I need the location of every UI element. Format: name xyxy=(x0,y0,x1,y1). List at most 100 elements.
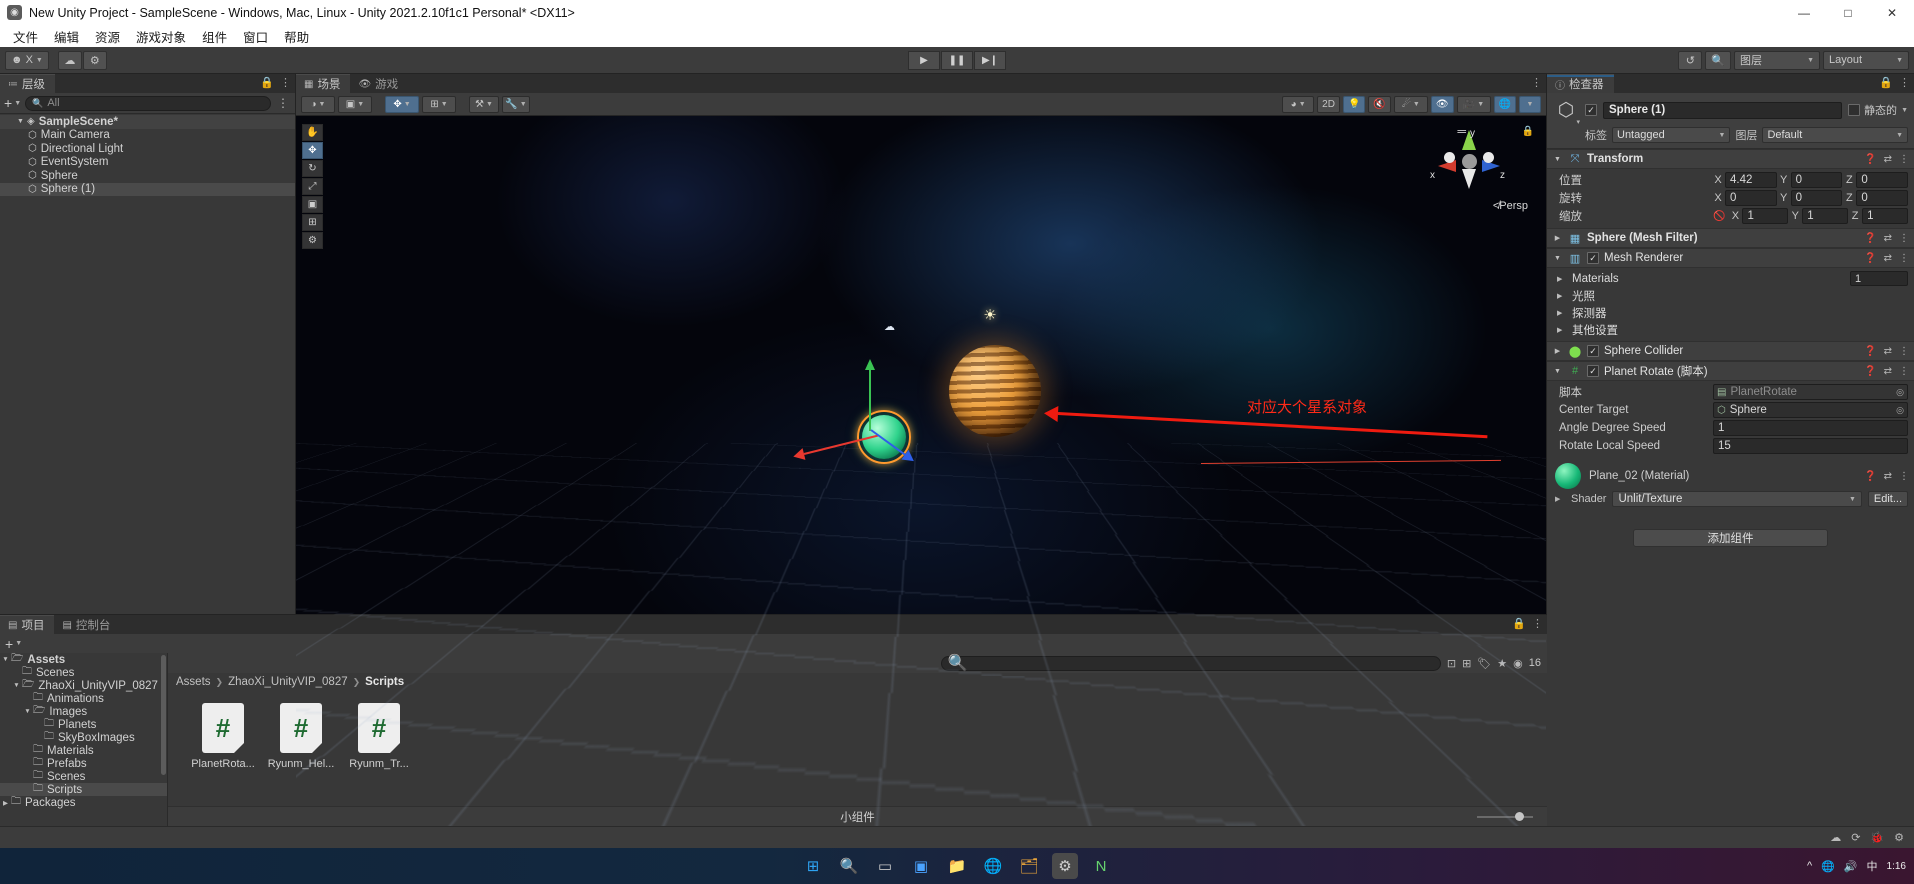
menu-gameobject[interactable]: 游戏对象 xyxy=(129,25,193,48)
field-x[interactable]: 4.42 xyxy=(1725,172,1777,188)
layout-dropdown[interactable]: Layout ▼ xyxy=(1823,50,1909,70)
field-y[interactable]: 1 xyxy=(1802,208,1849,224)
close-button[interactable]: ✕ xyxy=(1870,0,1914,25)
component-header-transform[interactable]: ▼ ⤧ Transform ❓ ⇄ ⋮ xyxy=(1547,149,1914,169)
volume-icon[interactable]: 🔊 xyxy=(1844,860,1858,873)
tab-console[interactable]: ▤ 控制台 xyxy=(54,615,121,634)
clock[interactable]: 1:16 xyxy=(1887,861,1906,872)
hierarchy-item[interactable]: ▼ ◈ SampleScene* xyxy=(0,115,295,129)
move-tool-button[interactable]: ✥ xyxy=(302,142,323,159)
move-gizmo[interactable] xyxy=(796,359,936,471)
start-button[interactable]: ⊞ xyxy=(800,853,826,879)
maximize-button[interactable]: □ xyxy=(1826,0,1870,25)
move-tool-button[interactable]: ✥ ▼ xyxy=(385,95,419,113)
asset-item[interactable]: # Ryunm_Tr... xyxy=(348,703,410,770)
scale-tool-button[interactable]: ⤢ xyxy=(302,178,323,195)
preset-icon[interactable]: ⇄ xyxy=(1884,366,1892,377)
static-checkbox[interactable] xyxy=(1848,104,1861,116)
audio-gizmo-icon[interactable]: ☁ xyxy=(884,320,895,333)
project-tree-scrollbar[interactable] xyxy=(161,655,166,775)
custom-editor-tool-button[interactable]: ⚙ xyxy=(302,232,323,249)
expand-triangle-icon[interactable]: ▶ xyxy=(1557,309,1567,317)
tag-dropdown[interactable]: Untagged ▼ xyxy=(1612,127,1731,143)
field-x[interactable]: 1 xyxy=(1742,208,1789,224)
task-view-icon[interactable]: ▭ xyxy=(872,853,898,879)
expand-triangle-icon[interactable]: ▶ xyxy=(1555,495,1565,503)
help-icon[interactable]: ❓ xyxy=(1864,154,1876,165)
hierarchy-item[interactable]: ⬡ Directional Light xyxy=(0,142,295,156)
project-tree-item[interactable]: 🗀 Planets xyxy=(0,718,167,731)
grid-snap-button[interactable]: ⊞ ▼ xyxy=(422,95,456,113)
project-tree-item[interactable]: 🗀 SkyBoxImages xyxy=(0,731,167,744)
pause-button[interactable]: ❚❚ xyxy=(941,50,973,70)
planet-large-object[interactable] xyxy=(949,345,1041,437)
scene-camera-button[interactable]: 🎥 ▼ xyxy=(1456,95,1491,113)
object-reference-field[interactable]: ▤ PlanetRotate ◎ xyxy=(1713,384,1908,400)
mesh-renderer-foldout[interactable]: ▶ 其他设置 xyxy=(1547,321,1914,338)
object-picker-icon[interactable]: ◎ xyxy=(1896,405,1904,416)
collapse-triangle-icon[interactable]: ▼ xyxy=(1552,368,1563,375)
scene-axis-gizmo[interactable]: y x z xyxy=(1430,128,1505,192)
bug-icon[interactable]: 🐞 xyxy=(1870,831,1884,844)
collapse-triangle-icon[interactable]: ▼ xyxy=(1552,255,1563,262)
gizmos-dropdown[interactable]: ▼ xyxy=(1519,95,1541,113)
rect-tool-button[interactable]: ▣ xyxy=(302,196,323,213)
more-menu-icon[interactable]: ⋮ xyxy=(1899,253,1909,264)
filter-label-icon[interactable]: 🏷 xyxy=(1477,657,1491,670)
more-menu-icon[interactable]: ⋮ xyxy=(1532,617,1543,630)
preset-icon[interactable]: ⇄ xyxy=(1884,253,1892,264)
hierarchy-item[interactable]: ⬡ Main Camera xyxy=(0,129,295,143)
project-tree-item[interactable]: ▼ 🗁 Images xyxy=(0,705,167,718)
field-z[interactable]: 0 xyxy=(1856,190,1909,206)
breadcrumb-item-scripts[interactable]: Scripts xyxy=(365,676,404,688)
object-reference-field[interactable]: ⬡ Sphere ◎ xyxy=(1713,402,1908,418)
save-search-icon[interactable]: ⊡ xyxy=(1447,657,1456,670)
search-button[interactable]: 🔍 xyxy=(1705,50,1731,70)
slider-knob[interactable] xyxy=(1515,812,1524,821)
ime-icon[interactable]: 中 xyxy=(1867,858,1878,874)
tab-hierarchy[interactable]: ≔ 层级 xyxy=(0,74,55,93)
unity-taskbar-icon[interactable]: ⚙ xyxy=(1052,853,1078,879)
lock-icon[interactable]: 🔒 xyxy=(260,76,274,89)
component-header-mesh-filter[interactable]: ▶ ▦ Sphere (Mesh Filter) ❓ ⇄ ⋮ xyxy=(1547,228,1914,248)
lock-icon[interactable]: 🔒 xyxy=(1512,617,1526,630)
project-tree-item[interactable]: 🗀 Scripts xyxy=(0,783,167,796)
menu-file[interactable]: 文件 xyxy=(6,25,45,48)
sphere-collider-enabled-checkbox[interactable]: ✓ xyxy=(1587,345,1599,357)
component-header-mesh-renderer[interactable]: ▼ ▥ ✓ Mesh Renderer ❓ ⇄ ⋮ xyxy=(1547,248,1914,268)
field-z[interactable]: 0 xyxy=(1856,172,1909,188)
expand-triangle-icon[interactable]: ▼ xyxy=(0,656,11,663)
gizmos-toggle-button[interactable]: 🌐 xyxy=(1493,95,1516,113)
gameobject-icon[interactable]: ⬡ xyxy=(1553,97,1580,127)
more-menu-icon[interactable]: ⋮ xyxy=(1899,76,1910,89)
gameobject-active-checkbox[interactable]: ✓ xyxy=(1585,104,1597,116)
gizmo-z-axis[interactable] xyxy=(870,429,906,456)
network-icon[interactable]: 🌐 xyxy=(1821,860,1835,873)
nvidia-icon[interactable]: N xyxy=(1088,853,1114,879)
widgets-icon[interactable]: ▣ xyxy=(908,853,934,879)
materials-foldout[interactable]: ▶ Materials 1 xyxy=(1547,270,1914,287)
component-header-planet-rotate[interactable]: ▼ # ✓ Planet Rotate (脚本) ❓ ⇄ ⋮ xyxy=(1547,361,1914,381)
shader-edit-button[interactable]: Edit... xyxy=(1867,491,1908,507)
gizmo-x-axis[interactable] xyxy=(803,434,878,455)
expand-triangle-icon[interactable]: ▼ xyxy=(14,118,27,125)
step-button[interactable]: ▶❙ xyxy=(974,50,1006,70)
static-toggle-group[interactable]: 静态的 ▼ xyxy=(1848,102,1908,118)
component-tools-button[interactable]: ⚒ ▼ xyxy=(469,95,499,113)
shading-mode-dropdown[interactable]: ◑ ▼ xyxy=(301,95,335,113)
mesh-renderer-foldout[interactable]: ▶ 光照 xyxy=(1547,287,1914,304)
asset-item[interactable]: # PlanetRota... xyxy=(191,703,255,770)
toggle-2d-button[interactable]: 2D xyxy=(1317,95,1340,113)
draw-mode-dropdown[interactable]: ▣ ▼ xyxy=(338,95,372,113)
planet-rotate-enabled-checkbox[interactable]: ✓ xyxy=(1587,365,1599,377)
breadcrumb-item-assets[interactable]: Assets xyxy=(176,676,211,688)
help-icon[interactable]: ❓ xyxy=(1864,366,1876,377)
minimize-button[interactable]: — xyxy=(1782,0,1826,25)
component-header-sphere-collider[interactable]: ▶ ⬤ ✓ Sphere Collider ❓ ⇄ ⋮ xyxy=(1547,341,1914,361)
object-picker-icon[interactable]: ◎ xyxy=(1896,387,1904,398)
mesh-renderer-enabled-checkbox[interactable]: ✓ xyxy=(1587,252,1599,264)
hierarchy-item[interactable]: ⬡ Sphere xyxy=(0,169,295,183)
gameobject-name-input[interactable]: Sphere (1) xyxy=(1603,101,1843,119)
collapse-triangle-icon[interactable]: ▼ xyxy=(1552,156,1563,163)
transform-tool-button[interactable]: ⊞ xyxy=(302,214,323,231)
